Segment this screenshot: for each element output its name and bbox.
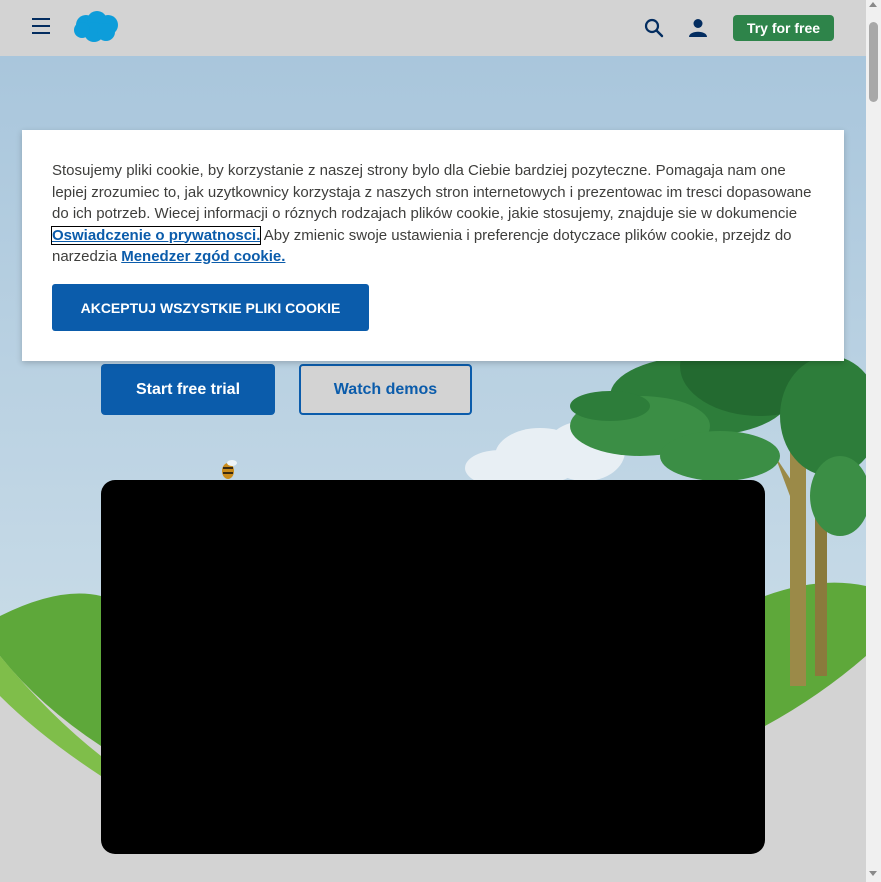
watch-demos-button[interactable]: Watch demos (299, 364, 472, 415)
cookie-manager-link[interactable]: Menedzer zgód cookie. (121, 248, 285, 265)
cookie-consent-text: Stosujemy pliki cookie, by korzystanie z… (50, 160, 816, 268)
cookie-text-intro: Stosujemy pliki cookie, by korzystanie z… (52, 162, 812, 222)
scroll-down-arrow-icon[interactable] (869, 871, 877, 876)
accept-all-cookies-button[interactable]: AKCEPTUJ WSZYSTKIE PLIKI COOKIE (52, 284, 369, 331)
video-player[interactable] (101, 480, 765, 854)
try-for-free-button[interactable]: Try for free (733, 15, 834, 41)
scrollbar-thumb[interactable] (869, 22, 878, 102)
hamburger-menu-icon[interactable] (32, 18, 50, 34)
scroll-up-arrow-icon[interactable] (869, 2, 877, 7)
search-icon[interactable] (644, 18, 664, 38)
cookie-consent-banner: Stosujemy pliki cookie, by korzystanie z… (22, 130, 844, 361)
page: Try for free Start free trial Watch demo… (0, 0, 866, 882)
user-icon[interactable] (688, 18, 708, 38)
vertical-scrollbar[interactable] (866, 0, 881, 882)
start-free-trial-button[interactable]: Start free trial (101, 364, 275, 415)
privacy-statement-link[interactable]: Oswiadczenie o prywatnosci. (50, 225, 262, 245)
site-header: Try for free (0, 0, 866, 56)
salesforce-cloud-logo[interactable] (72, 10, 120, 44)
